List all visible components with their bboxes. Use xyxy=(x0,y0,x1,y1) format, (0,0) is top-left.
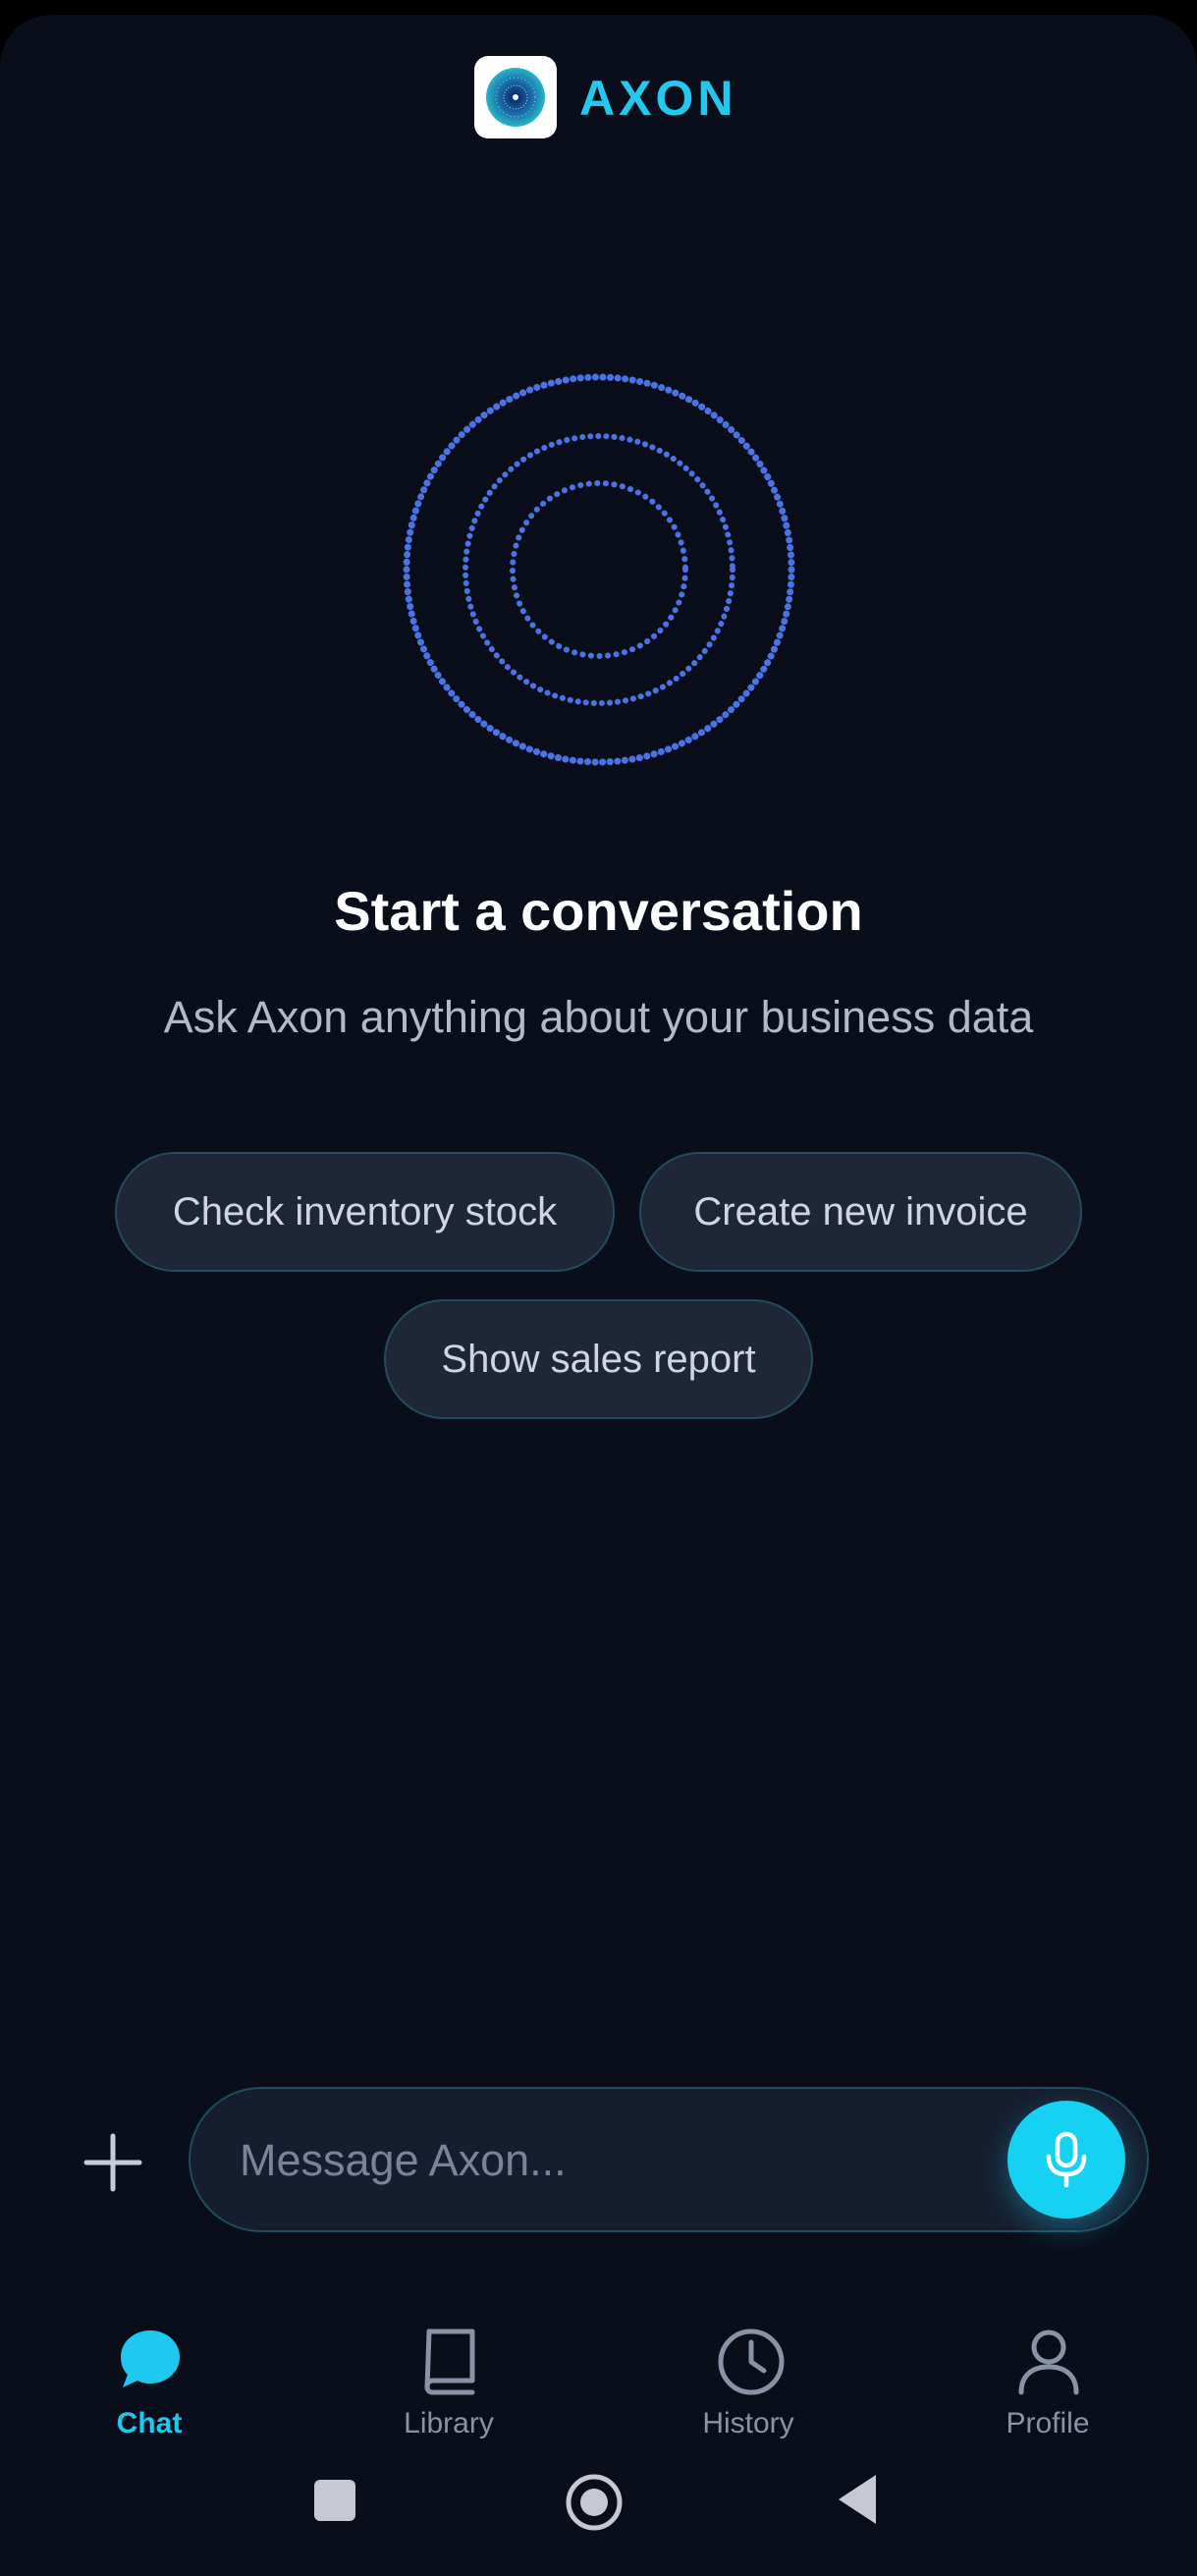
nav-profile[interactable]: Profile xyxy=(940,2318,1156,2455)
nav-chat-label: Chat xyxy=(116,2407,183,2439)
suggestion-sales-report[interactable]: Show sales report xyxy=(384,1299,813,1419)
voice-input-button[interactable] xyxy=(1007,2101,1125,2219)
nav-library-label: Library xyxy=(404,2407,494,2439)
voice-orb-animation xyxy=(403,373,795,766)
app-brand-name: AXON xyxy=(579,71,737,126)
chat-bubble-icon xyxy=(121,2330,180,2387)
back-triangle-icon[interactable] xyxy=(835,2473,880,2526)
home-circle-icon[interactable] xyxy=(565,2473,624,2532)
message-composer xyxy=(189,2087,1149,2232)
app-screen: AXON Start a conversation Ask Axon anyth… xyxy=(0,15,1197,2576)
app-logo xyxy=(474,56,557,138)
recents-square-icon[interactable] xyxy=(312,2478,357,2523)
clock-icon xyxy=(718,2329,785,2395)
nav-chat[interactable]: Chat xyxy=(41,2318,257,2455)
orb-logo-icon xyxy=(486,68,545,127)
nav-history[interactable]: History xyxy=(640,2318,856,2455)
suggestion-check-inventory[interactable]: Check inventory stock xyxy=(115,1152,615,1272)
plus-icon[interactable] xyxy=(77,2126,149,2199)
empty-state-title: Start a conversation xyxy=(334,880,863,942)
nav-library[interactable]: Library xyxy=(341,2318,557,2455)
empty-state-subtitle: Ask Axon anything about your business da… xyxy=(163,992,1034,1042)
microphone-icon xyxy=(1046,2131,1087,2188)
person-icon xyxy=(1018,2329,1079,2395)
suggestion-create-invoice[interactable]: Create new invoice xyxy=(639,1152,1082,1272)
nav-history-label: History xyxy=(702,2407,794,2439)
book-icon xyxy=(424,2329,475,2395)
app-header: AXON xyxy=(0,56,1197,140)
nav-profile-label: Profile xyxy=(1006,2407,1090,2439)
message-input[interactable] xyxy=(238,2089,988,2232)
